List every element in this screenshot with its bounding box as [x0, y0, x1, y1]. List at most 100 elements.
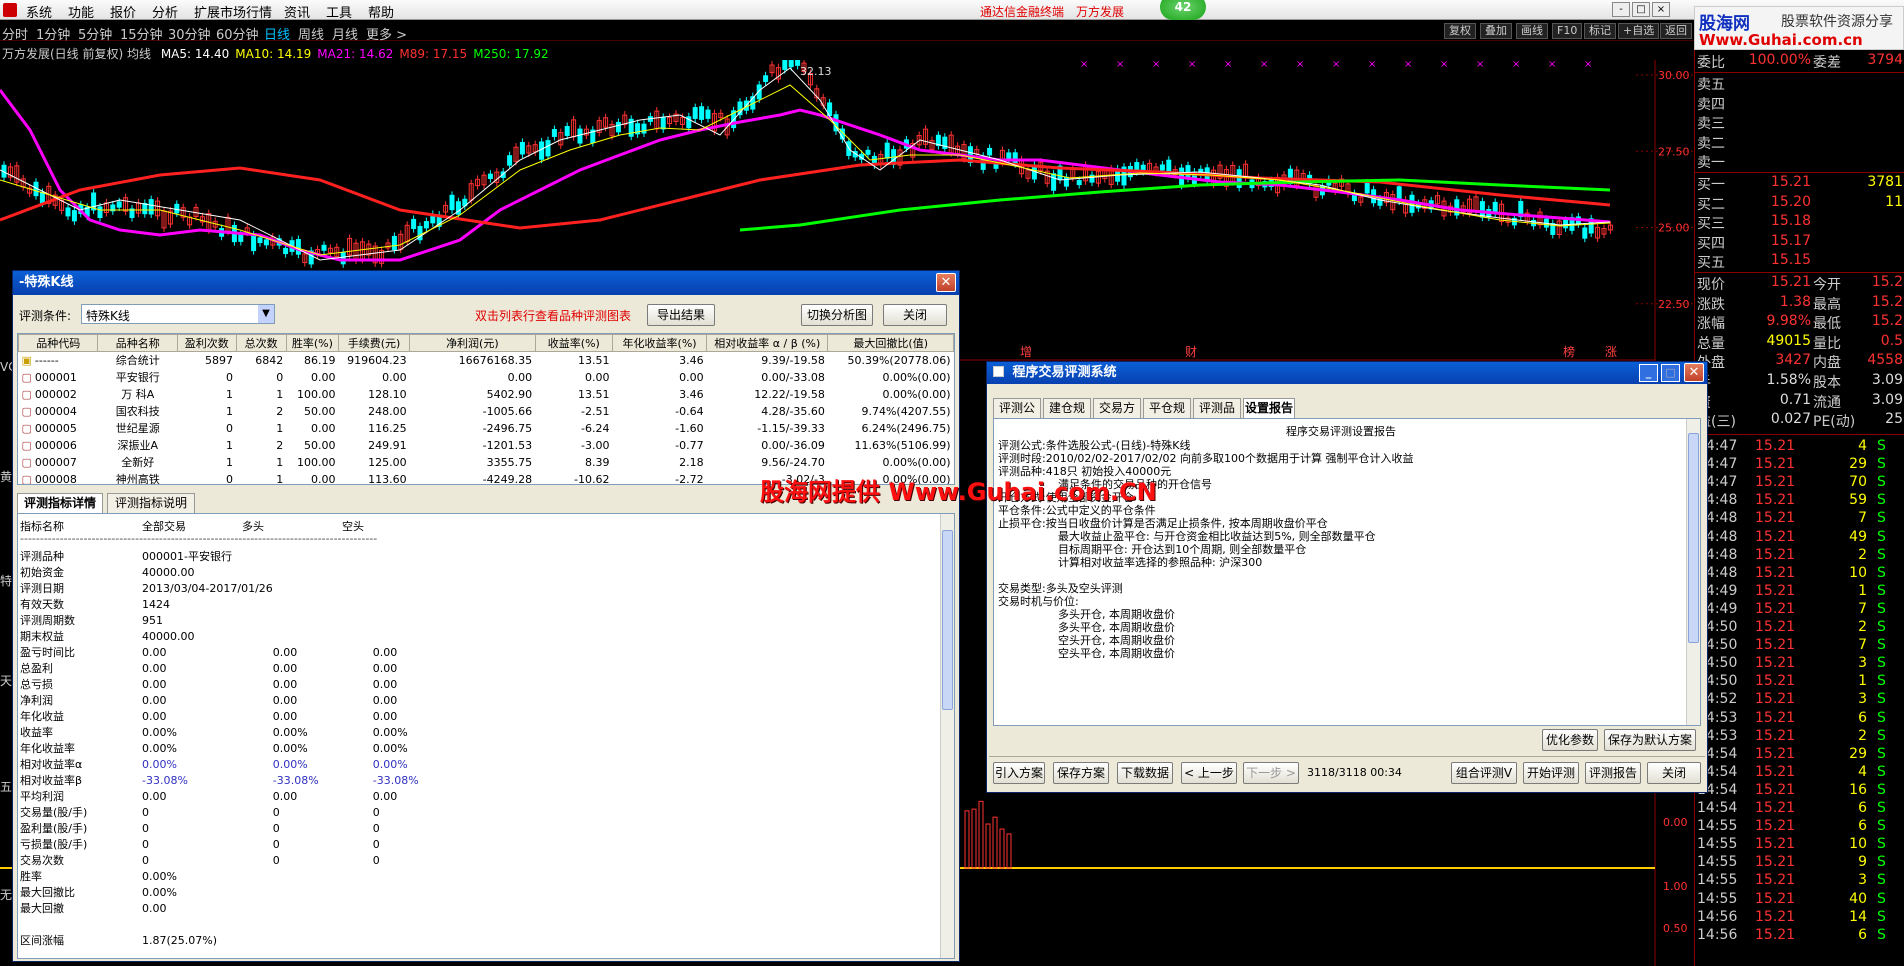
minimize-icon[interactable]: _ — [1639, 364, 1658, 382]
next-step-button[interactable]: 下一步 > — [1243, 762, 1299, 784]
event-marker[interactable]: 榜 — [1563, 344, 1575, 359]
tick-flag: S — [1877, 800, 1886, 816]
close-button[interactable]: 关闭 — [1647, 762, 1701, 784]
news-stock-name[interactable]: 万方发展 — [1076, 3, 1124, 20]
menu-tools[interactable]: 工具 — [326, 2, 352, 21]
tick-flag: S — [1877, 456, 1886, 473]
overlay-button[interactable]: 叠加 — [1480, 23, 1512, 39]
period-daily[interactable]: 日线 — [264, 24, 290, 43]
window-title-bar[interactable]: -特殊K线 ✕ — [13, 271, 959, 295]
add-watchlist-button[interactable]: +自选 — [1618, 23, 1660, 39]
column-header[interactable]: 相对收益率 α / β (%) — [706, 334, 829, 352]
table-cell: 116.25 — [368, 421, 407, 435]
table-row[interactable]: ▢ 000007 全新好 1 1 100.00 125.00 3355.75 8.39 2.18 9… — [19, 454, 954, 471]
period-15min[interactable]: 15分钟 — [120, 24, 163, 43]
period-60min[interactable]: 60分钟 — [216, 24, 259, 43]
stat-cell: 0.00 — [272, 693, 298, 707]
save-default-button[interactable]: 保存为默认方案 — [1604, 729, 1696, 751]
tab-5[interactable]: 设置报告 — [1243, 398, 1295, 418]
menu-extended-market[interactable]: 扩展市场行情 — [194, 2, 272, 21]
notification-badge[interactable]: 42 — [1160, 0, 1206, 20]
news-terminal-link[interactable]: 通达信金融终端 — [980, 3, 1064, 20]
volume-bar — [978, 800, 984, 869]
table-cell: 国农科技 — [115, 405, 160, 418]
column-header[interactable]: 品种代码 — [18, 334, 99, 352]
close-window-button[interactable]: ✕ — [1684, 363, 1704, 382]
period-1min[interactable]: 1分钟 — [36, 24, 70, 43]
optimize-params-button[interactable]: 优化参数 — [1542, 729, 1598, 751]
column-header[interactable]: 净利润(元) — [409, 334, 536, 352]
minimize-button[interactable]: - — [1612, 2, 1630, 17]
column-header[interactable]: 最大回撤比(值) — [827, 334, 954, 352]
tab-0[interactable]: 评测公式 — [993, 398, 1041, 434]
start-evaluate-button[interactable]: 开始评测 — [1523, 762, 1579, 784]
adjust-button[interactable]: 复权 — [1444, 23, 1476, 39]
switch-chart-button[interactable]: 切换分析图 — [801, 304, 873, 326]
table-row[interactable]: ▢ 000006 深振业A 1 2 50.00 249.91 -1201.53 -3.00 -0.… — [19, 437, 954, 454]
column-header[interactable]: 收益率(%) — [534, 334, 614, 352]
column-header[interactable]: 年化收益率(%) — [611, 334, 708, 352]
event-marker[interactable]: 财 — [1185, 345, 1197, 359]
table-row[interactable]: ▢ 000004 国农科技 1 2 50.00 248.00 -1005.66 -2.51 -0.… — [19, 403, 954, 420]
column-header[interactable]: 盈利次数 — [176, 334, 237, 352]
menu-help[interactable]: 帮助 — [368, 2, 394, 21]
menu-function[interactable]: 功能 — [68, 2, 94, 21]
vertical-scrollbar[interactable] — [940, 514, 954, 958]
menu-system[interactable]: 系统 — [26, 2, 52, 21]
tab-1[interactable]: 建仓规则 — [1043, 398, 1091, 434]
close-button[interactable]: 关闭 — [883, 304, 947, 326]
table-row[interactable]: ▢ 000005 世纪星源 0 1 0.00 116.25 -2496.75 -6.24 -1.6… — [19, 420, 954, 437]
stat-cell: 有效天数 — [20, 598, 64, 611]
back-button[interactable]: 返回 — [1660, 23, 1692, 39]
tick-volume: 2 — [1858, 546, 1867, 563]
period-30min[interactable]: 30分钟 — [168, 24, 211, 43]
vertical-scrollbar[interactable] — [1686, 419, 1700, 725]
column-header[interactable]: 总次数 — [235, 334, 287, 352]
tick-flag: S — [1877, 818, 1886, 835]
mark-button[interactable]: 标记 — [1584, 23, 1616, 39]
table-row[interactable]: ▢ 000002 万 科A 1 1 100.00 128.10 5402.90 13.51 3.4… — [19, 386, 954, 403]
f10-button[interactable]: F10 — [1552, 23, 1583, 39]
tab-metric-explanation[interactable]: 评测指标说明 — [107, 493, 195, 513]
column-header[interactable]: 胜率(%) — [285, 334, 340, 352]
event-marker[interactable]: 增 — [1020, 345, 1032, 359]
maximize-button[interactable]: □ — [1632, 2, 1650, 17]
table-row[interactable]: ▣ ------ 综合统计 5897 6842 86.19 919604.23 1667616… — [19, 352, 954, 369]
evaluation-report-button[interactable]: 评测报告 — [1585, 762, 1641, 784]
period-5min[interactable]: 5分钟 — [78, 24, 112, 43]
maximize-icon[interactable]: □ — [1661, 364, 1680, 382]
tab-3[interactable]: 平仓规则 — [1143, 398, 1191, 434]
candle-body — [539, 141, 545, 160]
period-monthly[interactable]: 月线 — [332, 24, 358, 43]
tab-metric-details[interactable]: 评测指标详情 — [17, 493, 103, 513]
scroll-thumb[interactable] — [1688, 433, 1699, 643]
menu-news[interactable]: 资讯 — [284, 2, 310, 21]
close-app-button[interactable]: × — [1652, 2, 1670, 17]
menu-analysis[interactable]: 分析 — [152, 2, 178, 21]
download-data-button[interactable]: 下载数据 — [1117, 762, 1173, 784]
chevron-down-icon[interactable]: ▼ — [258, 305, 274, 323]
stat-value: 3.09 — [1871, 391, 1903, 408]
draw-line-button[interactable]: 画线 — [1516, 23, 1548, 39]
stat-value: 1.38 — [1779, 293, 1811, 310]
period-weekly[interactable]: 周线 — [298, 24, 324, 43]
table-row[interactable]: ▢ 000001 平安银行 0 0 0.00 0.00 0.00 0.00 0.00 0.00/-3… — [19, 369, 954, 386]
tab-2[interactable]: 交易方式 — [1093, 398, 1141, 434]
export-results-button[interactable]: 导出结果 — [647, 304, 715, 326]
column-header[interactable]: 手续费(元) — [337, 334, 411, 352]
report-line — [998, 569, 1678, 582]
menu-quote[interactable]: 报价 — [110, 2, 136, 21]
window-title-bar[interactable]: 程序交易评测系统 _ □ ✕ — [987, 362, 1707, 384]
scroll-thumb[interactable] — [942, 530, 953, 710]
prev-step-button[interactable]: < 上一步 — [1181, 762, 1237, 784]
import-plan-button[interactable]: 引入方案 — [993, 762, 1045, 784]
save-plan-button[interactable]: 保存方案 — [1053, 762, 1109, 784]
period-tick[interactable]: 分时 — [2, 24, 28, 43]
period-more[interactable]: 更多 > — [366, 24, 407, 43]
combo-evaluate-button[interactable]: 组合评测V — [1451, 762, 1517, 784]
condition-select[interactable]: 特殊K线 ▼ — [81, 304, 275, 324]
close-window-button[interactable]: ✕ — [936, 273, 956, 292]
tab-4[interactable]: 评测品种 — [1193, 398, 1241, 434]
event-marker[interactable]: 涨 — [1605, 344, 1617, 359]
column-header[interactable]: 品种名称 — [97, 334, 178, 352]
